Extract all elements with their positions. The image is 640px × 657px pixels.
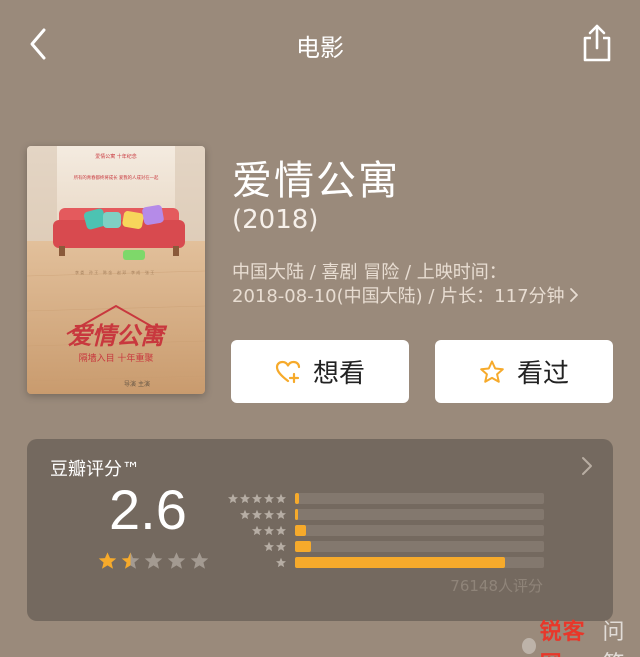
watched-label: 看过: [516, 359, 569, 389]
small-star-icon: [264, 509, 274, 520]
rating-bar-track: [295, 541, 544, 552]
watched-button[interactable]: 看过: [435, 340, 613, 403]
small-star-icon: [276, 493, 286, 504]
poster-tagline: 所有的青春都终将成长 爱我的人成对在一起: [74, 174, 159, 181]
svg-text:赵 邓: 赵 邓: [117, 269, 126, 275]
watermark: 锐客网 问答: [522, 614, 640, 657]
rating-bar-track: [295, 557, 544, 568]
star-icon: [121, 552, 140, 569]
page-title: 电影: [296, 34, 344, 62]
rating-bar-4-star: [223, 507, 545, 523]
small-star-icon: [264, 541, 274, 552]
movie-meta-line2[interactable]: 2018-08-10(中国大陆) / 片长：117分钟: [232, 282, 579, 308]
svg-text:张 王: 张 王: [145, 269, 154, 275]
rating-more-button[interactable]: [580, 455, 594, 477]
movie-title: 爱情公寓: [232, 158, 400, 204]
star-icon: [167, 552, 186, 569]
rating-bar-stars: [223, 493, 287, 505]
small-star-icon: [276, 541, 286, 552]
svg-text:陈 金: 陈 金: [103, 269, 112, 275]
watermark-red-text: 锐客网: [539, 620, 586, 657]
chevron-right-icon: [569, 288, 578, 302]
movie-poster[interactable]: 爱情公寓 十年纪念 所有的青春都终将成长 爱我的人成对在一起 李 娄孙 王陈 金…: [27, 146, 205, 394]
star-outline-icon: [480, 360, 504, 383]
small-star-icon: [264, 525, 274, 536]
svg-text:李 成: 李 成: [131, 269, 140, 275]
poster-credits: 导演 主演: [124, 380, 150, 388]
rating-bar-stars: [223, 541, 287, 553]
small-star-icon: [264, 493, 274, 504]
share-icon: [583, 24, 611, 62]
star-icon: [98, 552, 117, 569]
watermark-grey-text: 问答: [602, 620, 625, 657]
rating-bar-5-star: [223, 491, 545, 507]
rating-bar-track: [295, 509, 544, 520]
svg-text:李 娄: 李 娄: [75, 269, 84, 275]
rating-bar-fill: [295, 509, 298, 520]
rating-bar-3-star: [223, 523, 545, 539]
poster-subtitle-art: 隔墙入目 十年重聚: [79, 352, 154, 364]
top-bar: 电影: [0, 0, 640, 90]
small-star-icon: [240, 493, 250, 504]
star-icon: [144, 552, 163, 569]
small-star-icon: [252, 493, 262, 504]
small-star-icon: [276, 557, 286, 568]
small-star-icon: [228, 493, 238, 504]
movie-meta-line2-text: 2018-08-10(中国大陆) / 片长：117分钟: [232, 286, 565, 307]
small-star-icon: [276, 525, 286, 536]
svg-text:孙 王: 孙 王: [89, 269, 98, 275]
star-icon: [190, 552, 209, 569]
want-to-watch-button[interactable]: 想看: [231, 340, 409, 403]
small-star-icon: [240, 509, 250, 520]
want-to-watch-label: 想看: [312, 359, 365, 389]
rating-bar-stars: [223, 557, 287, 569]
share-button[interactable]: [580, 22, 614, 64]
chevron-right-icon: [582, 457, 592, 475]
rating-bar-track: [295, 493, 544, 504]
watermark-logo: [522, 638, 536, 654]
rating-bar-fill: [295, 525, 307, 536]
movie-year: (2018): [232, 205, 319, 235]
small-star-icon: [252, 525, 262, 536]
poster-title-art: 爱情公寓: [68, 322, 168, 350]
rating-bar-fill: [295, 493, 300, 504]
rating-bar-track: [295, 525, 544, 536]
heart-add-icon: [275, 360, 301, 383]
rating-bar-2-star: [223, 539, 545, 555]
small-star-icon: [276, 509, 286, 520]
rating-card[interactable]: 豆瓣评分™ 2.6 76148人评分: [27, 439, 613, 621]
small-star-icon: [252, 509, 262, 520]
rating-bar-stars: [223, 525, 287, 537]
poster-small-top: 爱情公寓 十年纪念: [95, 153, 137, 160]
rating-bar-stars: [223, 509, 287, 521]
rating-score: 2.6: [109, 478, 187, 541]
rating-votes: 76148人评分: [450, 577, 543, 595]
rating-bar-fill: [295, 541, 312, 552]
movie-meta-line1: 中国大陆 / 喜剧 冒险 / 上映时间：: [232, 262, 507, 283]
rating-stars: [97, 551, 210, 572]
rating-bar-1-star: [223, 555, 545, 571]
rating-bar-fill: [295, 557, 506, 568]
poster-image: 爱情公寓 十年纪念 所有的青春都终将成长 爱我的人成对在一起 李 娄孙 王陈 金…: [27, 146, 205, 394]
